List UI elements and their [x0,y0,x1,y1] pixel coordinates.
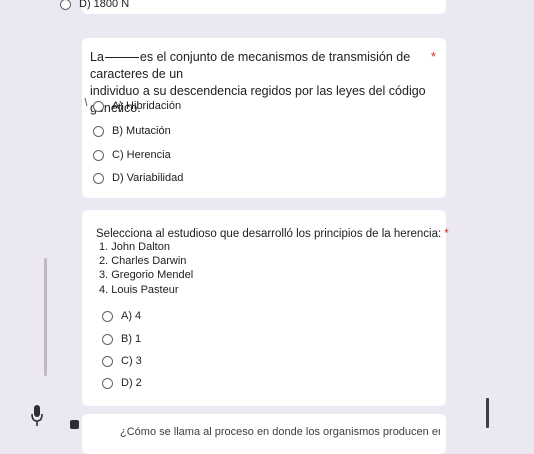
radio-button-icon[interactable] [93,100,104,112]
option-label: D) Variabilidad [112,172,184,184]
question-1-option-a[interactable]: A) Hibridación [93,100,181,112]
option-label: C) Herencia [112,149,171,161]
list-item: 4. Louis Pasteur [99,284,179,296]
option-label: D) 1800 N [79,0,130,10]
radio-button-icon[interactable] [60,0,71,10]
question-2-option-b[interactable]: B) 1 [102,333,141,345]
question-1-text-before: La [90,50,104,64]
required-mark: * [444,228,449,240]
option-label: A) Hibridación [112,100,182,112]
option-label: B) 1 [121,333,142,345]
question-2-option-a[interactable]: A) 4 [102,310,141,322]
radio-button-icon[interactable] [93,125,104,137]
list-item: 2. Charles Darwin [99,255,187,267]
list-item: 1. John Dalton [99,241,170,253]
question-1-option-d[interactable]: D) Variabilidad [93,172,183,184]
cursor-mark-icon [84,98,88,106]
radio-button-icon[interactable] [102,355,113,367]
radio-button-icon[interactable] [93,149,104,161]
radio-button-icon[interactable] [102,310,113,322]
option-label: A) 4 [121,310,142,322]
option-label: D) 2 [121,377,142,389]
badge-icon [70,420,79,429]
question-2-text-content: Selecciona al estudioso que desarrolló l… [96,228,442,240]
radio-button-icon[interactable] [93,172,104,184]
previous-option-d[interactable]: D) 1800 N [60,0,129,10]
radio-button-icon[interactable] [102,333,113,345]
radio-button-icon[interactable] [102,377,113,389]
question-1-option-c[interactable]: C) Herencia [93,149,171,161]
previous-question-card [82,0,446,14]
option-label: C) 3 [121,355,142,367]
question-3-text: ¿Cómo se llama al proceso en donde los o… [120,426,440,438]
left-scroll-indicator [44,258,47,376]
list-item: 3. Gregorio Mendel [99,269,194,281]
microphone-icon[interactable] [30,404,44,428]
required-mark: * [431,50,436,64]
question-1-option-b[interactable]: B) Mutación [93,125,171,137]
question-1-text-after: es el conjunto de mecanismos de transmis… [90,50,411,81]
fill-blank [104,57,139,58]
option-label: B) Mutación [112,125,171,137]
question-2-option-c[interactable]: C) 3 [102,355,142,367]
right-edge-bar [486,398,489,428]
question-2-option-d[interactable]: D) 2 [102,377,142,389]
